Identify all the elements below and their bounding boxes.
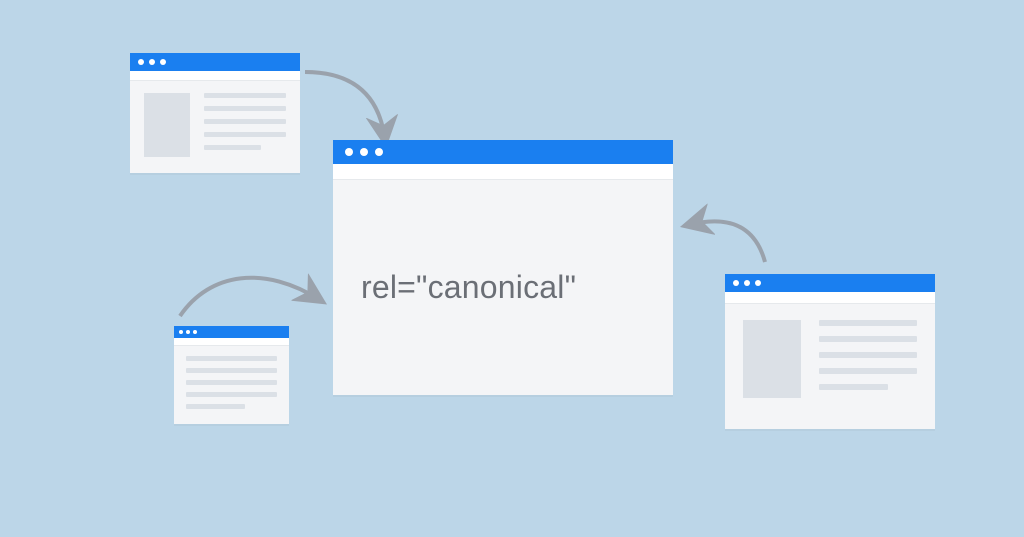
window-control-dot: [160, 59, 166, 65]
canonical-label: rel="canonical": [361, 269, 576, 306]
source-window-bottom-left: [174, 326, 289, 424]
window-titlebar: [174, 326, 289, 338]
source-window-top-left: [130, 53, 300, 173]
window-titlebar: [333, 140, 673, 164]
window-control-dot: [755, 280, 761, 286]
window-content: rel="canonical": [333, 180, 673, 395]
text-lines-placeholder: [819, 320, 917, 413]
window-control-dot: [744, 280, 750, 286]
window-control-dot: [149, 59, 155, 65]
window-toolbar: [174, 338, 289, 346]
arrow-top-left-to-center: [305, 72, 385, 140]
window-control-dot: [179, 330, 183, 334]
arrow-bottom-left-to-center: [180, 278, 320, 316]
window-control-dot: [360, 148, 368, 156]
text-lines-placeholder: [186, 356, 277, 414]
arrow-right-to-center: [688, 221, 765, 262]
canonical-window: rel="canonical": [333, 140, 673, 395]
window-toolbar: [130, 71, 300, 81]
source-window-right: [725, 274, 935, 429]
window-control-dot: [138, 59, 144, 65]
window-control-dot: [345, 148, 353, 156]
diagram-canvas: rel="canonical": [0, 0, 1024, 537]
window-control-dot: [186, 330, 190, 334]
window-content: [130, 81, 300, 173]
image-placeholder: [144, 93, 190, 157]
window-content: [725, 304, 935, 429]
text-lines-placeholder: [204, 93, 286, 161]
window-content: [174, 346, 289, 424]
image-placeholder: [743, 320, 801, 398]
window-toolbar: [333, 164, 673, 180]
window-titlebar: [130, 53, 300, 71]
window-titlebar: [725, 274, 935, 292]
window-control-dot: [193, 330, 197, 334]
window-toolbar: [725, 292, 935, 304]
window-control-dot: [733, 280, 739, 286]
window-control-dot: [375, 148, 383, 156]
